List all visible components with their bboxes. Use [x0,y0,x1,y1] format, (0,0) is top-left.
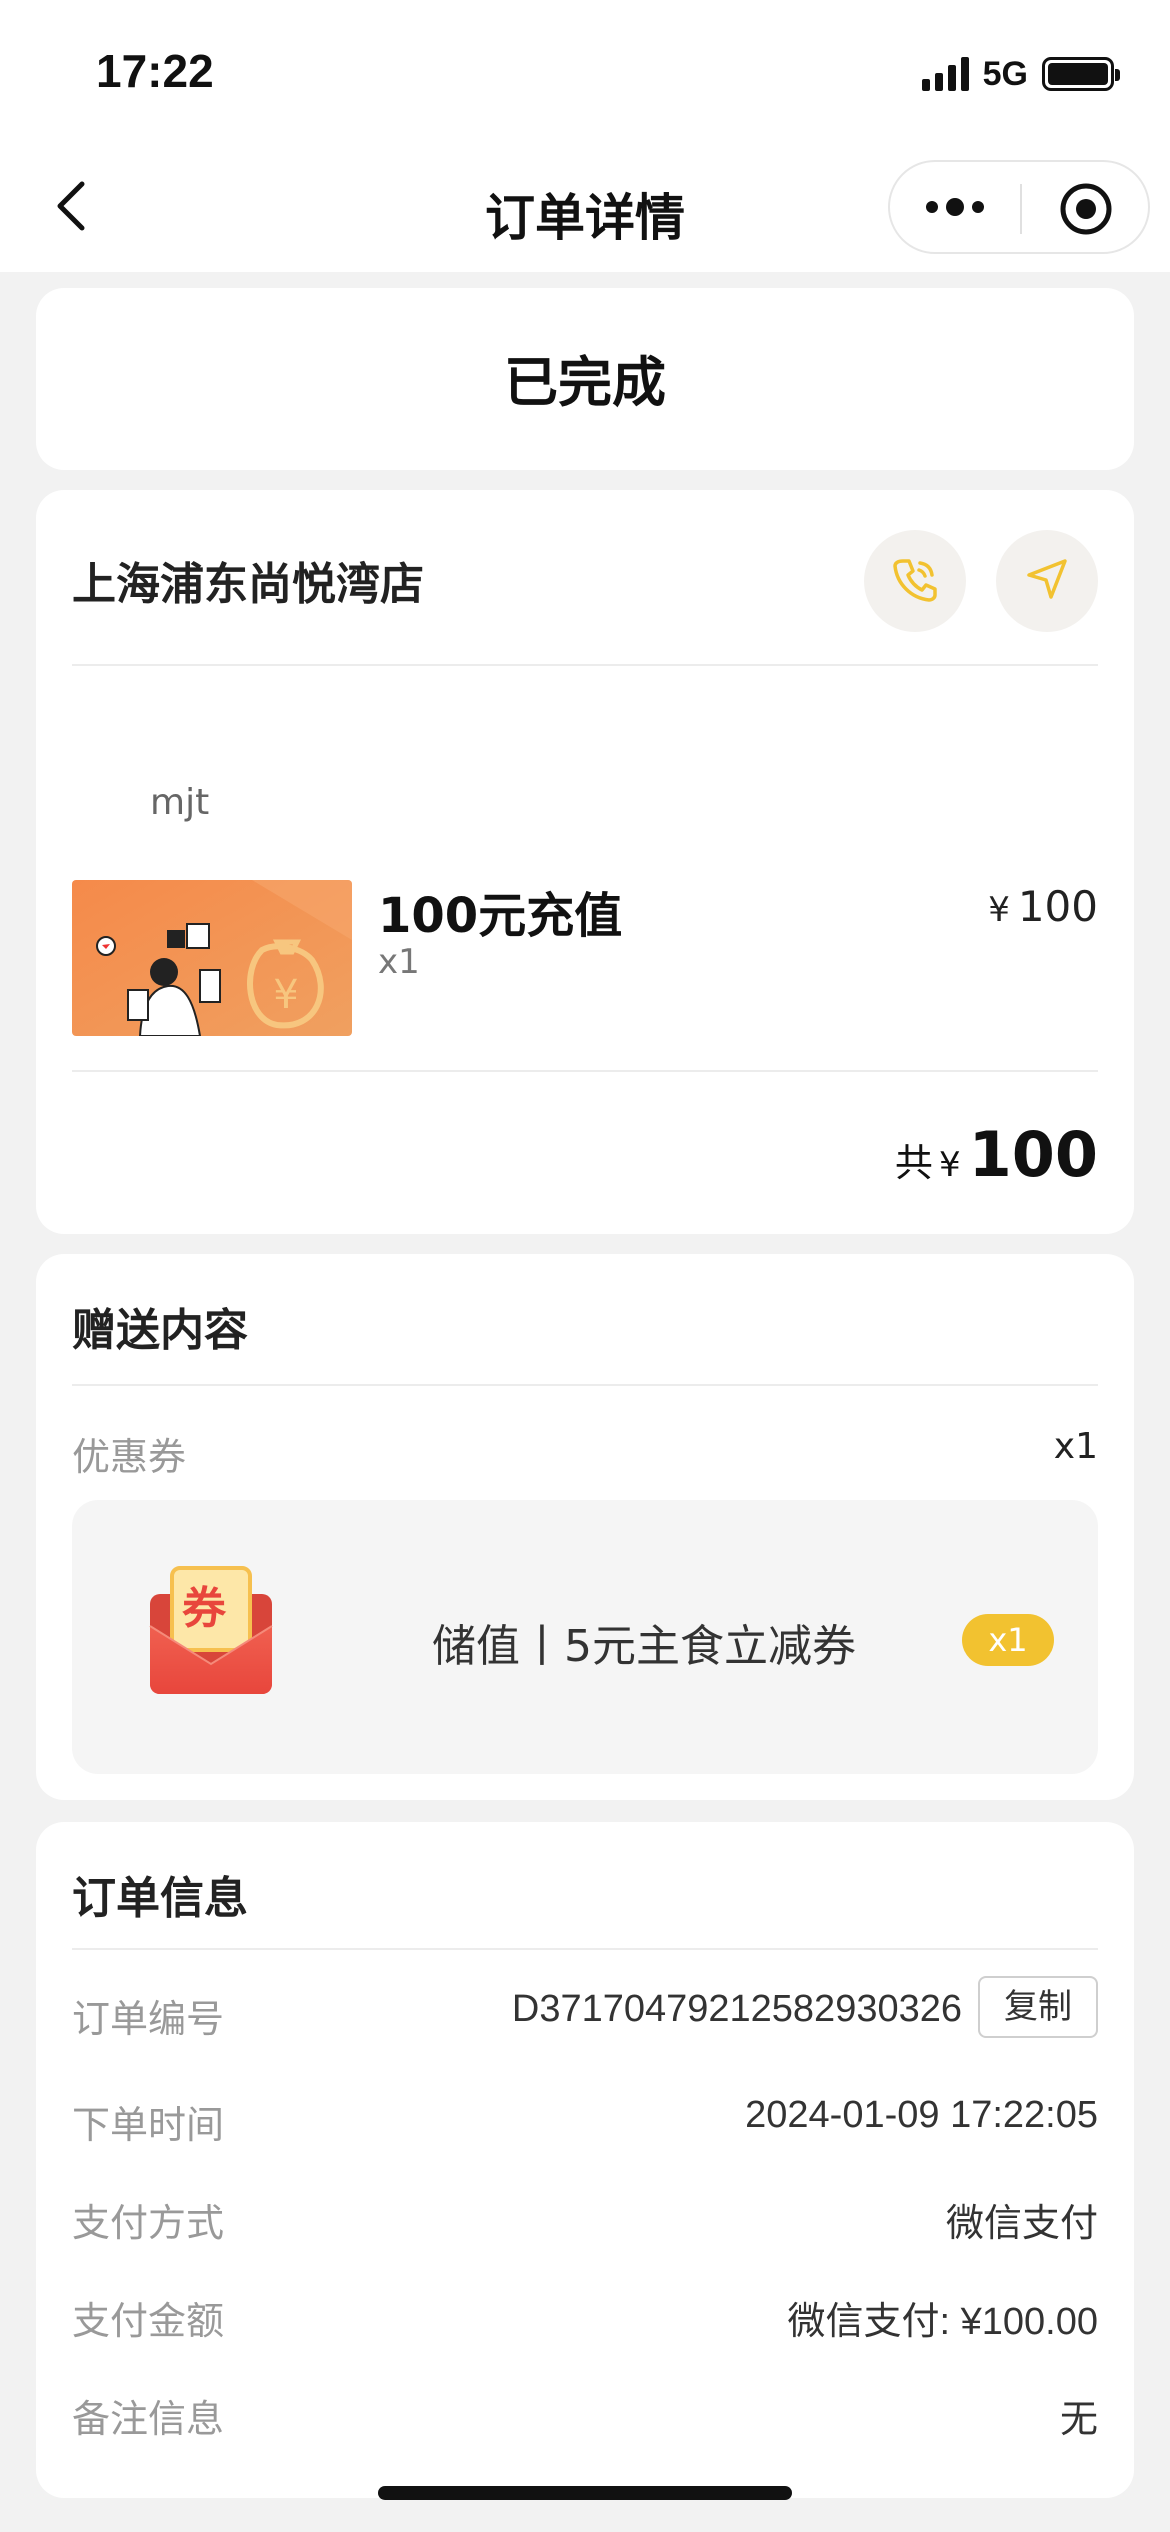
remarks-value: 无 [1059,2399,1098,2441]
gift-card: 赠送内容 优惠券 x1 券 储值丨5元主食立减券 x1 [36,1254,1134,1800]
order-number-value: D37170479212582930326 [511,1988,962,2030]
copy-button[interactable]: 复制 [978,1976,1098,2038]
phone-button[interactable] [864,530,966,632]
navigate-button[interactable] [996,530,1098,632]
svg-text:¥: ¥ [273,972,298,1018]
status-indicators: 5G [921,54,1120,94]
order-number-label: 订单编号 [72,1997,225,2041]
coupon-name: 储值丨5元主食立减券 [432,1621,856,1672]
coupon-quantity-badge: x1 [962,1614,1054,1666]
order-total: 共 ¥ 100 [895,1118,1098,1191]
status-time: 17:22 [96,45,214,97]
product-quantity: x1 [378,942,420,982]
store-card: 上海浦东尚悦湾店 mjt ¥ 100元充值 x1 ¥ 100 共 ¥ 100 [36,490,1134,1234]
coupon-count: x1 [1053,1426,1098,1467]
product-image: ¥ [72,880,352,1036]
payment-amount-label: 支付金额 [72,2299,225,2343]
order-time-label: 下单时间 [72,2103,225,2147]
order-time-value: 2024-01-09 17:22:05 [745,2094,1098,2136]
order-info-title: 订单信息 [72,1873,248,1924]
network-label: 5G [982,54,1028,93]
order-time-row: 下单时间 2024-01-09 17:22:05 [72,2094,1098,2154]
price-amount: 100 [1017,882,1098,931]
navigate-icon [1021,553,1073,609]
order-info-card: 订单信息 订单编号 D37170479212582930326 复制 下单时间 … [36,1822,1134,2498]
divider [72,1384,1098,1386]
total-amount: 100 [968,1118,1098,1191]
more-dots-icon[interactable] [926,198,984,216]
divider [72,664,1098,666]
battery-icon [1042,57,1120,91]
price-currency: ¥ [988,890,1010,930]
target-icon[interactable] [1058,181,1114,237]
capsule-divider [1020,184,1022,234]
product-name: 100元充值 [378,888,623,944]
store-name: 上海浦东尚悦湾店 [72,559,424,610]
order-status: 已完成 [504,351,666,414]
phone-icon [889,553,941,609]
coupon-label: 优惠券 [72,1435,187,1479]
order-number-row: 订单编号 D37170479212582930326 复制 [72,1976,1098,2048]
payment-method-row: 支付方式 微信支付 [72,2192,1098,2252]
mini-program-capsule [888,160,1150,254]
divider [72,1948,1098,1950]
order-status-card: 已完成 [36,288,1134,470]
payment-amount-row: 支付金额 微信支付: ¥100.00 [72,2290,1098,2350]
user-name: mjt [150,782,210,823]
signal-icon [921,57,969,91]
coupon-icon-text: 券 [182,1583,226,1634]
payment-amount-value: 微信支付: ¥100.00 [787,2301,1098,2343]
total-currency: ¥ [938,1145,961,1185]
total-label: 共 [894,1141,933,1185]
payment-method-value: 微信支付 [945,2203,1098,2245]
product-price: ¥100 [988,882,1098,931]
remarks-row: 备注信息 无 [72,2388,1098,2448]
status-bar: 17:22 5G [0,0,1170,140]
home-indicator[interactable] [378,2486,792,2500]
coupon-item[interactable]: 券 储值丨5元主食立减券 x1 [72,1500,1098,1774]
payment-method-label: 支付方式 [72,2201,225,2245]
nav-bar: 订单详情 [0,140,1170,272]
remarks-label: 备注信息 [72,2397,225,2441]
divider [72,1070,1098,1072]
coupon-envelope-icon: 券 [144,1564,278,1704]
gift-section-title: 赠送内容 [72,1305,248,1356]
